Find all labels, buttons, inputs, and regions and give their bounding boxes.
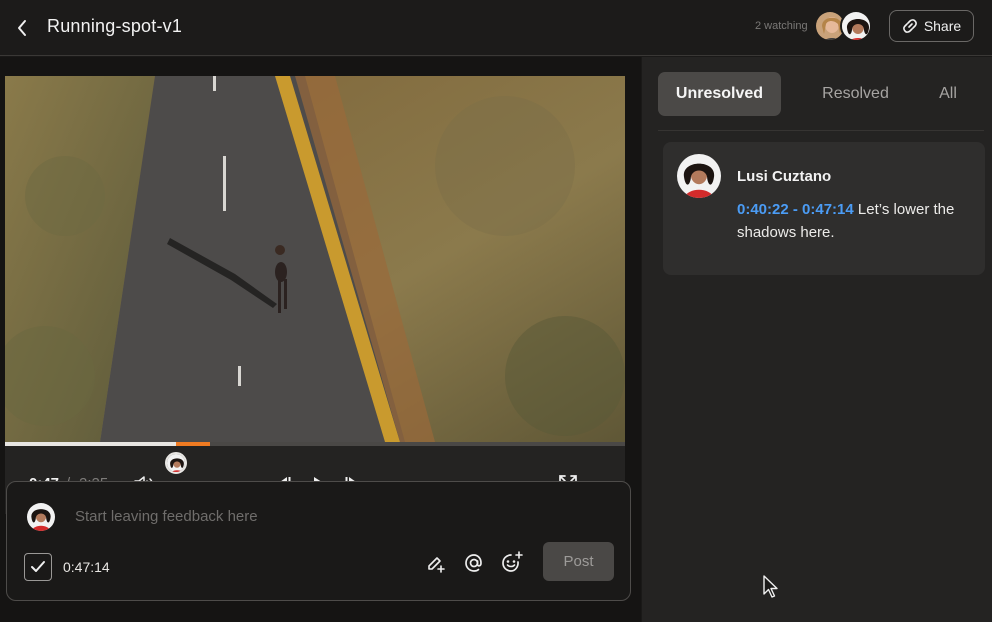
avatar [840,10,872,42]
tab-resolved[interactable]: Resolved [792,72,919,116]
share-button[interactable]: Share [889,10,974,42]
comment-time-range[interactable]: 0:40:22 - 0:47:14 [737,201,854,218]
comment-body: 0:40:22 - 0:47:14 Let’s lower the shadow… [737,198,973,244]
video-thumbnail [5,76,625,442]
back-chevron-icon [18,20,26,36]
timestamp-label: 0:47:14 [63,559,110,575]
comments-panel: Unresolved Resolved All Lusi Cuztano 0:4… [642,57,992,622]
checkmark-icon [31,561,45,572]
draw-button[interactable] [423,550,449,576]
comment-marker[interactable] [165,452,187,474]
tab-all[interactable]: All [927,72,969,116]
comment-card[interactable]: Lusi Cuztano 0:40:22 - 0:47:14 Let’s low… [663,142,985,275]
player-pane: 0:47 / 2:25 0:47:14 [0,57,641,622]
comment-author: Lusi Cuztano [737,168,832,185]
pointer-cursor-icon [763,575,778,598]
viewer-avatars[interactable] [814,10,876,44]
share-label: Share [923,18,962,34]
mention-button[interactable] [461,550,487,576]
feedback-input[interactable] [75,504,555,528]
tabs-divider [658,130,984,131]
emoji-add-icon [502,551,523,572]
link-icon [902,19,917,33]
pen-plus-icon [428,557,445,573]
avatar [677,154,721,198]
video-frame[interactable] [5,76,625,442]
emoji-button[interactable] [499,550,525,576]
feedback-composer: 0:47:14 Post [6,481,631,601]
tab-unresolved[interactable]: Unresolved [658,72,781,116]
top-bar: Running-spot-v1 2 watching Share [0,0,992,56]
avatar [27,503,55,531]
post-button[interactable]: Post [543,542,614,581]
back-button[interactable] [8,14,36,42]
watching-count: 2 watching [755,20,808,32]
page-title: Running-spot-v1 [47,16,183,36]
timestamp-checkbox[interactable] [24,553,52,581]
at-icon [465,554,482,572]
